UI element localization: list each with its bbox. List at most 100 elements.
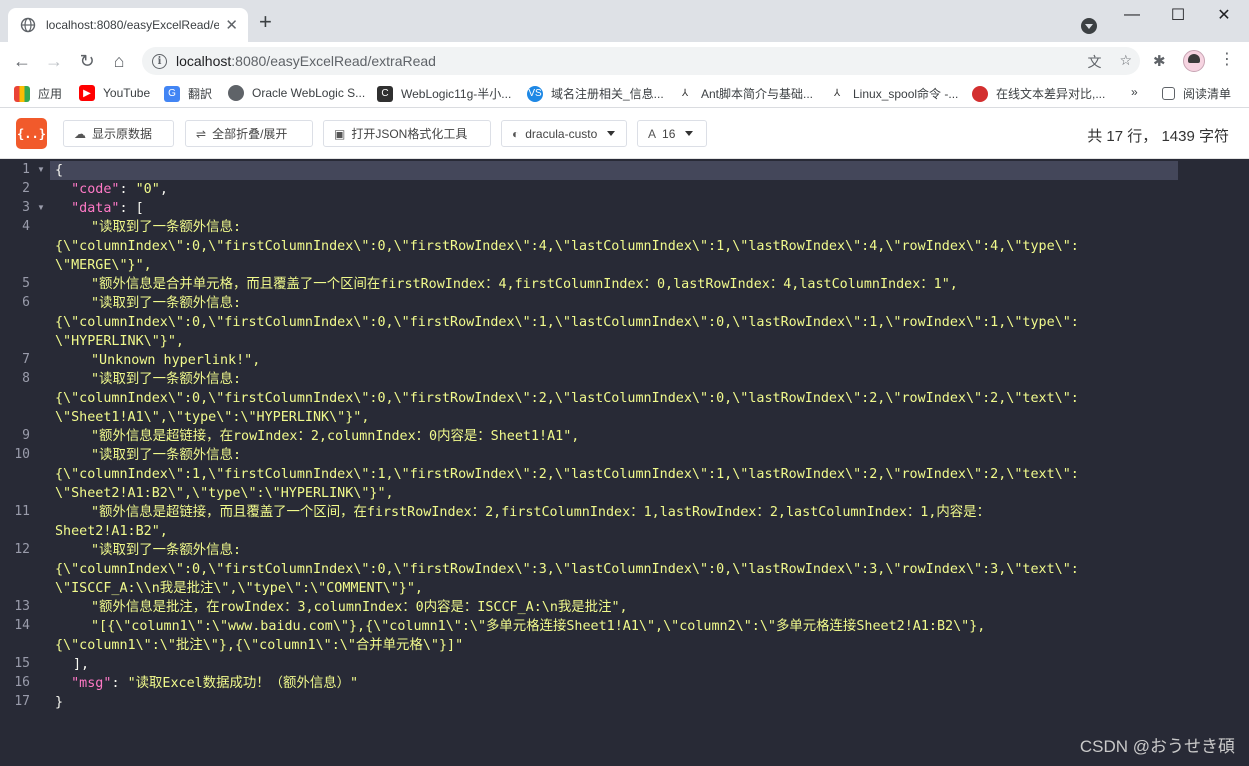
json-editor[interactable]: 1 2 3 4 5 6 7 8 9 10 11 12 13 14 15 16 1… xyxy=(0,160,1249,766)
line-number: 3 xyxy=(22,200,30,215)
char-count: 1439 xyxy=(1161,128,1195,145)
line-number: 10 xyxy=(14,447,30,462)
menu-kebab-icon[interactable]: ⋮ xyxy=(1219,51,1235,69)
code-line: "读取到了一条额外信息: xyxy=(91,448,242,463)
line-number: 14 xyxy=(14,618,30,633)
extension-logo: {..} xyxy=(16,118,47,149)
fold-all-label: 全部折叠/展开 xyxy=(212,127,288,141)
font-size-select[interactable]: A 16 xyxy=(637,120,707,147)
browser-tab[interactable]: localhost:8080/easyExcelRead/ex ✕ xyxy=(8,8,248,42)
reload-icon[interactable]: ↻ xyxy=(75,50,99,72)
reading-list-icon xyxy=(1162,87,1175,100)
show-raw-label: 显示原数据 xyxy=(92,127,153,141)
code-line: { xyxy=(55,163,64,178)
bookmark-apps[interactable]: 应用 xyxy=(14,85,62,102)
line-number: 4 xyxy=(22,219,30,234)
browser-titlebar: localhost:8080/easyExcelRead/ex ✕ + — ☐ … xyxy=(0,0,1249,42)
bookmark-label: 翻訳 xyxy=(188,87,213,101)
bookmark-weblogic[interactable]: C WebLogic11g-半小... xyxy=(377,85,511,102)
bookmark-linux[interactable]: ⅄ Linux_spool命令 -... xyxy=(829,85,958,102)
bookmark-diff[interactable]: 在线文本差异对比,... xyxy=(972,85,1105,102)
line-number: 11 xyxy=(14,504,30,519)
line-number: 6 xyxy=(22,295,30,310)
back-icon[interactable]: ← xyxy=(10,50,34,72)
code-line: {\"columnIndex\":0,\"firstColumnIndex\":… xyxy=(55,315,1079,330)
address-bar[interactable]: i localhost:8080/easyExcelRead/extraRead… xyxy=(142,47,1140,75)
close-window-button[interactable]: ✕ xyxy=(1201,0,1247,30)
open-json-tool-button[interactable]: ▣ 打开JSON格式化工具 xyxy=(323,120,491,147)
globe-icon xyxy=(20,17,36,33)
tab-title: localhost:8080/easyExcelRead/ex xyxy=(46,18,220,32)
code-line: {\"column1\":\"批注\"},{\"column1\":\"合并单元… xyxy=(55,638,464,653)
code-line: "code": "0", xyxy=(71,182,168,197)
bookmark-youtube[interactable]: ▶ YouTube xyxy=(79,85,150,101)
fold-toggle-icon[interactable]: ▼ xyxy=(37,165,45,174)
red-dot-icon xyxy=(972,85,988,102)
bookmark-translate[interactable]: G 翻訳 xyxy=(164,85,212,102)
show-raw-button[interactable]: ☁ 显示原数据 xyxy=(63,120,174,147)
url-text[interactable]: localhost:8080/easyExcelRead/extraRead xyxy=(176,53,436,69)
profile-avatar[interactable] xyxy=(1183,50,1205,72)
url-host: localhost xyxy=(176,53,232,69)
line-number: 9 xyxy=(22,428,30,443)
palette-icon: ◐ xyxy=(512,126,520,141)
code-line: } xyxy=(55,695,64,710)
watermark: CSDN @おうせき碩 xyxy=(1079,737,1235,756)
json-key: "data" xyxy=(71,201,120,216)
theme-select[interactable]: ◐ dracula-custo xyxy=(501,120,627,147)
maximize-button[interactable]: ☐ xyxy=(1155,0,1201,30)
line-number: 2 xyxy=(22,181,30,196)
stats-summary: 共 17 行， 1439 字符 xyxy=(1087,125,1229,146)
bookmark-star-icon[interactable]: ☆ xyxy=(1119,52,1132,72)
url-path: :8080/easyExcelRead/extraRead xyxy=(231,53,436,69)
reading-list-button[interactable]: 阅读清单 xyxy=(1162,85,1231,102)
site-info-icon[interactable]: i xyxy=(152,53,167,69)
stats-suffix: 字符 xyxy=(1198,128,1229,145)
code-line: ], xyxy=(73,657,90,672)
code-line: "读取到了一条额外信息: xyxy=(91,220,242,235)
minimize-button[interactable]: — xyxy=(1109,0,1155,30)
json-viewer-toolbar: {..} ☁ 显示原数据 ⇌ 全部折叠/展开 ▣ 打开JSON格式化工具 ◐ d… xyxy=(0,108,1249,159)
json-string: "0" xyxy=(135,182,160,197)
active-line-highlight xyxy=(50,161,1178,180)
forward-icon[interactable]: → xyxy=(42,50,66,72)
line-number: 13 xyxy=(14,599,30,614)
translate-icon[interactable]: 文 xyxy=(1087,52,1101,72)
code-line: "额外信息是合并单元格，而且覆盖了一个区间在firstRowIndex：4,fi… xyxy=(91,277,958,292)
code-line: \"MERGE\"}", xyxy=(55,258,152,273)
tab-search-icon[interactable] xyxy=(1081,18,1097,34)
fold-toggle-icon[interactable]: ▼ xyxy=(37,203,45,212)
code-line: "Unknown hyperlink!", xyxy=(91,353,261,368)
bookmarks-more-button[interactable]: » xyxy=(1131,85,1138,99)
more-icon: » xyxy=(1131,85,1138,99)
line-number: 12 xyxy=(14,542,30,557)
code-line: "读取到了一条额外信息: xyxy=(91,543,242,558)
line-number: 17 xyxy=(14,694,30,709)
bookmark-label: 应用 xyxy=(38,87,63,101)
bookmark-oracle[interactable]: Oracle WebLogic S... xyxy=(228,85,365,101)
bookmark-label: 阅读清单 xyxy=(1183,87,1232,101)
extensions-icon[interactable]: ✱ xyxy=(1153,52,1166,70)
line-count: 17 xyxy=(1106,128,1124,145)
bookmark-label: WebLogic11g-半小... xyxy=(401,87,512,101)
bookmark-label: Ant脚本简介与基础... xyxy=(701,87,814,101)
ant-icon: ⅄ xyxy=(681,88,689,99)
new-tab-button[interactable]: + xyxy=(259,11,272,33)
code-line: {\"columnIndex\":0,\"firstColumnIndex\":… xyxy=(55,239,1079,254)
chevron-down-icon xyxy=(607,131,616,136)
json-bracket: [ xyxy=(135,201,144,216)
vs-icon: VS xyxy=(527,85,543,102)
json-string: "读取Excel数据成功！（额外信息）" xyxy=(127,676,359,691)
tab-close-icon[interactable]: ✕ xyxy=(225,16,238,34)
bookmark-domain[interactable]: VS 域名注册相关_信息... xyxy=(527,85,664,102)
code-line: \"HYPERLINK\"}", xyxy=(55,334,184,349)
fold-all-button[interactable]: ⇌ 全部折叠/展开 xyxy=(185,120,313,147)
code-line: "额外信息是超链接，在rowIndex：2,columnIndex：0内容是：S… xyxy=(91,429,580,444)
bookmark-ant[interactable]: ⅄ Ant脚本简介与基础... xyxy=(677,85,813,102)
code-line: "msg": "读取Excel数据成功！（额外信息）" xyxy=(71,676,359,691)
translate-icon: G xyxy=(164,85,180,102)
home-icon[interactable]: ⌂ xyxy=(107,50,131,72)
code-line: "额外信息是批注，在rowIndex：3,columnIndex：0内容是：IS… xyxy=(91,600,628,615)
code-line: "读取到了一条额外信息: xyxy=(91,296,242,311)
code-line: {\"columnIndex\":0,\"firstColumnIndex\":… xyxy=(55,391,1079,406)
